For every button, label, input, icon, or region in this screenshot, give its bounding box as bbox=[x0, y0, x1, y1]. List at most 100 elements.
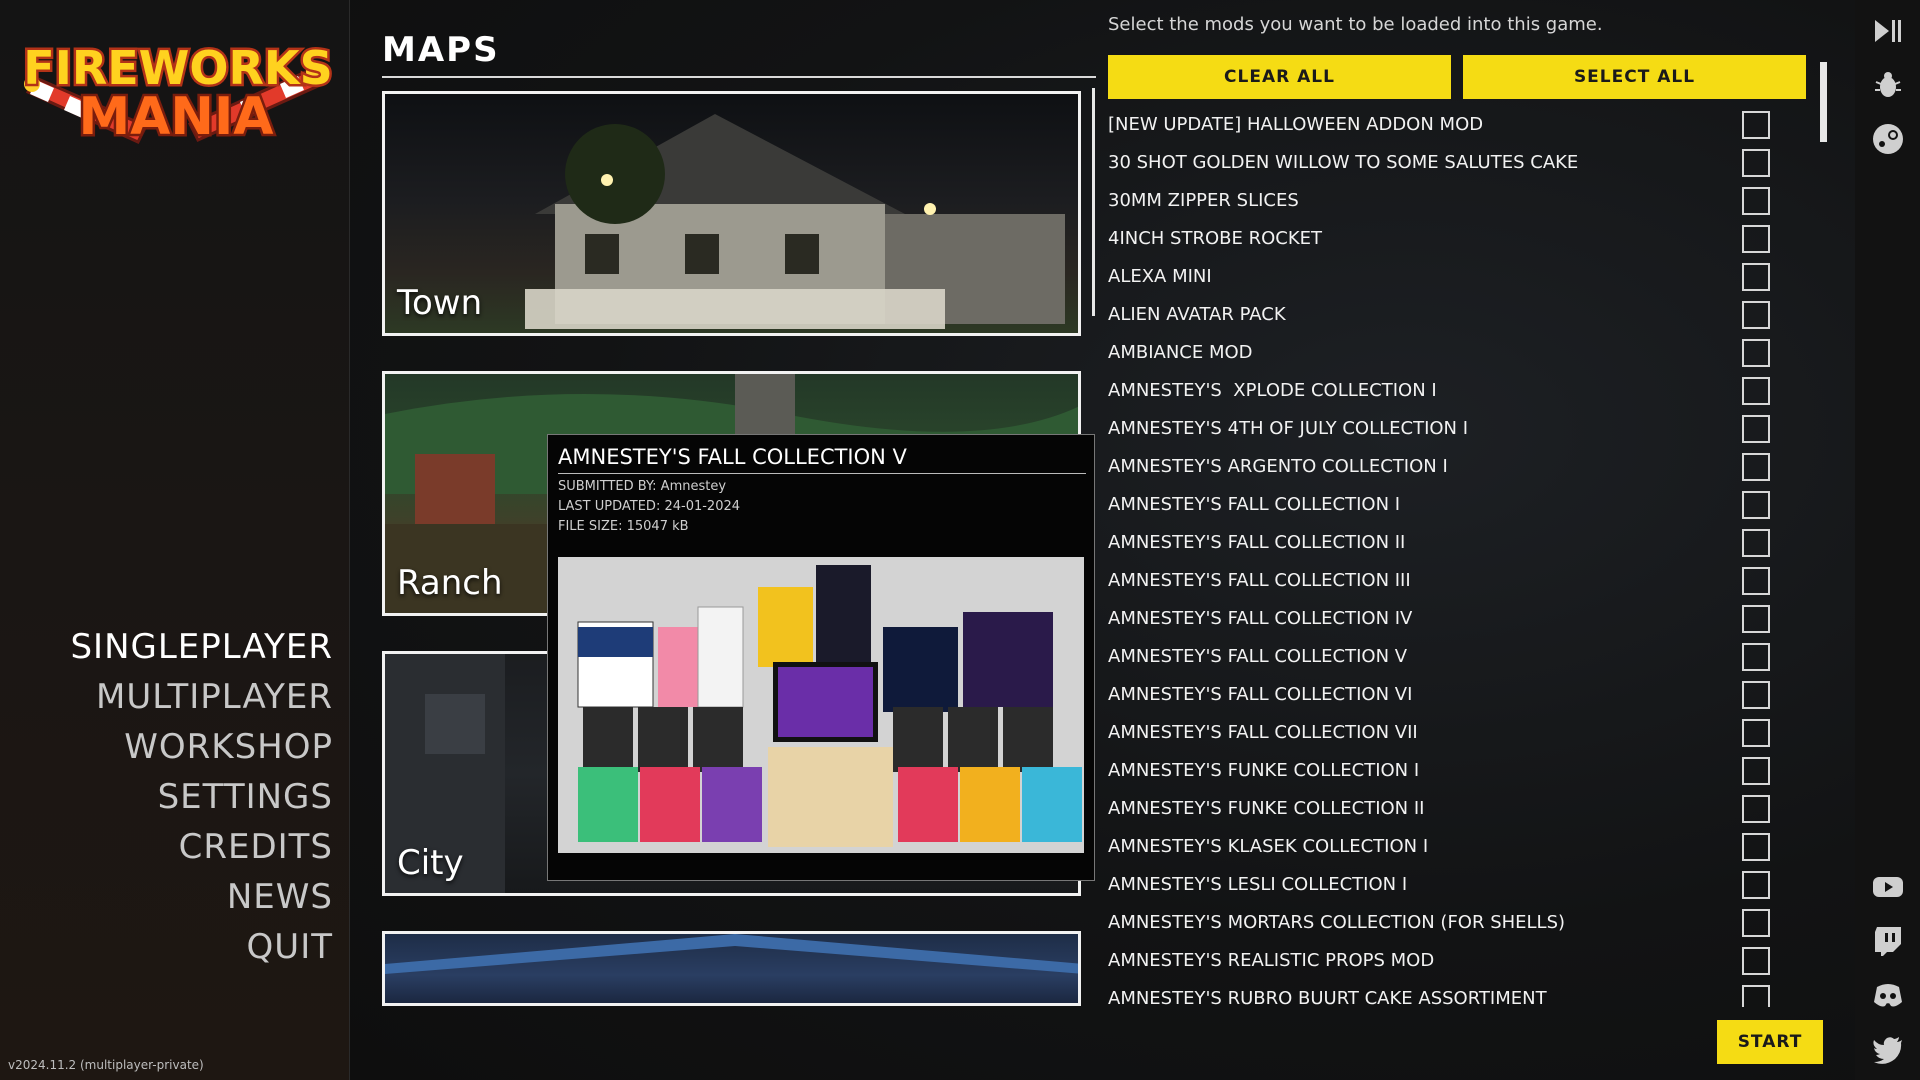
right-icon-strip bbox=[1855, 0, 1920, 1080]
mod-checkbox[interactable] bbox=[1742, 795, 1770, 823]
map-card-town[interactable]: Town bbox=[382, 91, 1081, 336]
mod-name: AMNESTEY'S FUNKE COLLECTION I bbox=[1108, 760, 1420, 781]
mod-row[interactable]: AMBIANCE MOD bbox=[1108, 335, 1773, 373]
select-all-button[interactable]: SELECT ALL bbox=[1463, 55, 1806, 99]
mod-row[interactable]: 4INCH STROBE ROCKET bbox=[1108, 221, 1773, 259]
mod-checkbox[interactable] bbox=[1742, 377, 1770, 405]
mod-name: AMNESTEY'S FALL COLLECTION VII bbox=[1108, 722, 1418, 743]
mod-name: 30MM ZIPPER SLICES bbox=[1108, 190, 1299, 211]
nav-settings[interactable]: SETTINGS bbox=[70, 772, 333, 822]
mod-checkbox[interactable] bbox=[1742, 985, 1770, 1007]
mod-row[interactable]: [NEW UPDATE] HALLOWEEN ADDON MOD bbox=[1108, 107, 1773, 145]
mod-row[interactable]: AMNESTEY'S MORTARS COLLECTION (FOR SHELL… bbox=[1108, 905, 1773, 943]
mod-name: AMNESTEY'S FALL COLLECTION I bbox=[1108, 494, 1401, 515]
map-card-4[interactable] bbox=[382, 931, 1081, 1006]
mod-row[interactable]: AMNESTEY'S FUNKE COLLECTION I bbox=[1108, 753, 1773, 791]
mod-row[interactable]: AMNESTEY'S FUNKE COLLECTION II bbox=[1108, 791, 1773, 829]
mod-checkbox[interactable] bbox=[1742, 833, 1770, 861]
clear-all-button[interactable]: CLEAR ALL bbox=[1108, 55, 1451, 99]
mod-name: AMNESTEY'S XPLODE COLLECTION I bbox=[1108, 380, 1437, 401]
mod-row[interactable]: AMNESTEY'S 4TH OF JULY COLLECTION I bbox=[1108, 411, 1773, 449]
mod-row[interactable]: AMNESTEY'S ARGENTO COLLECTION I bbox=[1108, 449, 1773, 487]
mod-checkbox[interactable] bbox=[1742, 947, 1770, 975]
mod-checkbox[interactable] bbox=[1742, 415, 1770, 443]
mod-checkbox[interactable] bbox=[1742, 301, 1770, 329]
mod-checkbox[interactable] bbox=[1742, 187, 1770, 215]
maps-scrollbar[interactable] bbox=[1092, 88, 1095, 316]
mod-checkbox[interactable] bbox=[1742, 529, 1770, 557]
play-pause-icon[interactable] bbox=[1871, 14, 1905, 48]
twitter-icon[interactable] bbox=[1871, 1032, 1905, 1066]
mod-name: AMNESTEY'S MORTARS COLLECTION (FOR SHELL… bbox=[1108, 912, 1566, 933]
mod-row[interactable]: 30 SHOT GOLDEN WILLOW TO SOME SALUTES CA… bbox=[1108, 145, 1773, 183]
mod-name: AMNESTEY'S LESLI COLLECTION I bbox=[1108, 874, 1408, 895]
mod-checkbox[interactable] bbox=[1742, 491, 1770, 519]
mod-name: 4INCH STROBE ROCKET bbox=[1108, 228, 1323, 249]
mod-name: AMNESTEY'S FUNKE COLLECTION II bbox=[1108, 798, 1425, 819]
nav-workshop[interactable]: WORKSHOP bbox=[70, 722, 333, 772]
mod-row[interactable]: AMNESTEY'S XPLODE COLLECTION I bbox=[1108, 373, 1773, 411]
steam-icon[interactable] bbox=[1871, 122, 1905, 156]
youtube-icon[interactable] bbox=[1871, 870, 1905, 904]
mod-row[interactable]: AMNESTEY'S FALL COLLECTION VI bbox=[1108, 677, 1773, 715]
mod-checkbox[interactable] bbox=[1742, 453, 1770, 481]
mod-row[interactable]: AMNESTEY'S KLASEK COLLECTION I bbox=[1108, 829, 1773, 867]
mod-tooltip: AMNESTEY'S FALL COLLECTION V SUBMITTED B… bbox=[547, 434, 1095, 881]
mod-name: ALIEN AVATAR PACK bbox=[1108, 304, 1286, 325]
nav-quit[interactable]: QUIT bbox=[70, 922, 333, 972]
mod-checkbox[interactable] bbox=[1742, 149, 1770, 177]
mod-row[interactable]: AMNESTEY'S FALL COLLECTION V bbox=[1108, 639, 1773, 677]
mod-checkbox[interactable] bbox=[1742, 567, 1770, 595]
mod-checkbox[interactable] bbox=[1742, 719, 1770, 747]
mod-checkbox[interactable] bbox=[1742, 909, 1770, 937]
nav-credits[interactable]: CREDITS bbox=[70, 822, 333, 872]
nav-news[interactable]: NEWS bbox=[70, 872, 333, 922]
mod-name: AMNESTEY'S ARGENTO COLLECTION I bbox=[1108, 456, 1448, 477]
mod-row[interactable]: ALIEN AVATAR PACK bbox=[1108, 297, 1773, 335]
tooltip-title: AMNESTEY'S FALL COLLECTION V bbox=[558, 445, 1086, 474]
mod-name: AMNESTEY'S 4TH OF JULY COLLECTION I bbox=[1108, 418, 1469, 439]
mod-name: AMNESTEY'S FALL COLLECTION II bbox=[1108, 532, 1406, 553]
mod-checkbox[interactable] bbox=[1742, 681, 1770, 709]
mod-checkbox[interactable] bbox=[1742, 871, 1770, 899]
mod-checkbox[interactable] bbox=[1742, 225, 1770, 253]
mod-row[interactable]: AMNESTEY'S FALL COLLECTION I bbox=[1108, 487, 1773, 525]
tooltip-updated: LAST UPDATED: 24-01-2024 bbox=[558, 499, 741, 514]
mod-row[interactable]: AMNESTEY'S FALL COLLECTION II bbox=[1108, 525, 1773, 563]
mod-row[interactable]: AMNESTEY'S FALL COLLECTION IV bbox=[1108, 601, 1773, 639]
map4-illustration bbox=[385, 934, 1078, 974]
mod-name: 30 SHOT GOLDEN WILLOW TO SOME SALUTES CA… bbox=[1108, 152, 1579, 173]
mod-checkbox[interactable] bbox=[1742, 643, 1770, 671]
mod-name: AMNESTEY'S RUBRO BUURT CAKE ASSORTIMENT bbox=[1108, 988, 1547, 1007]
mod-checkbox[interactable] bbox=[1742, 111, 1770, 139]
maps-divider bbox=[382, 76, 1096, 78]
mod-row[interactable]: ALEXA MINI bbox=[1108, 259, 1773, 297]
mod-checkbox[interactable] bbox=[1742, 263, 1770, 291]
mod-row[interactable]: AMNESTEY'S LESLI COLLECTION I bbox=[1108, 867, 1773, 905]
mod-row[interactable]: AMNESTEY'S FALL COLLECTION III bbox=[1108, 563, 1773, 601]
mod-row[interactable]: AMNESTEY'S FALL COLLECTION VII bbox=[1108, 715, 1773, 753]
mod-checkbox[interactable] bbox=[1742, 339, 1770, 367]
mod-name: ALEXA MINI bbox=[1108, 266, 1212, 287]
bug-report-icon[interactable] bbox=[1871, 68, 1905, 102]
mods-scrollbar[interactable] bbox=[1820, 62, 1827, 142]
mod-row[interactable]: 30MM ZIPPER SLICES bbox=[1108, 183, 1773, 221]
tooltip-submitted: SUBMITTED BY: Amnestey bbox=[558, 479, 727, 494]
left-menu-panel: FIREWORKS MANIA SINGLEPLAYER MULTIPLAYER… bbox=[0, 0, 350, 1080]
mod-checkbox[interactable] bbox=[1742, 605, 1770, 633]
map-label-city: City bbox=[397, 843, 464, 883]
start-button[interactable]: START bbox=[1717, 1020, 1823, 1064]
mod-row[interactable]: AMNESTEY'S RUBRO BUURT CAKE ASSORTIMENT bbox=[1108, 981, 1773, 1007]
mod-row[interactable]: AMNESTEY'S REALISTIC PROPS MOD bbox=[1108, 943, 1773, 981]
fireworks-boxes-illustration bbox=[558, 557, 1084, 853]
nav-multiplayer[interactable]: MULTIPLAYER bbox=[70, 672, 333, 722]
discord-icon[interactable] bbox=[1871, 978, 1905, 1012]
fireworks-mania-logo: FIREWORKS MANIA bbox=[21, 39, 335, 150]
mods-instruction: Select the mods you want to be loaded in… bbox=[1108, 14, 1603, 35]
twitch-icon[interactable] bbox=[1871, 924, 1905, 958]
nav-singleplayer[interactable]: SINGLEPLAYER bbox=[70, 622, 333, 672]
maps-title: MAPS bbox=[382, 30, 500, 70]
mod-checkbox[interactable] bbox=[1742, 757, 1770, 785]
version-label: v2024.11.2 (multiplayer-private) bbox=[8, 1058, 204, 1072]
mod-name: AMNESTEY'S FALL COLLECTION VI bbox=[1108, 684, 1413, 705]
